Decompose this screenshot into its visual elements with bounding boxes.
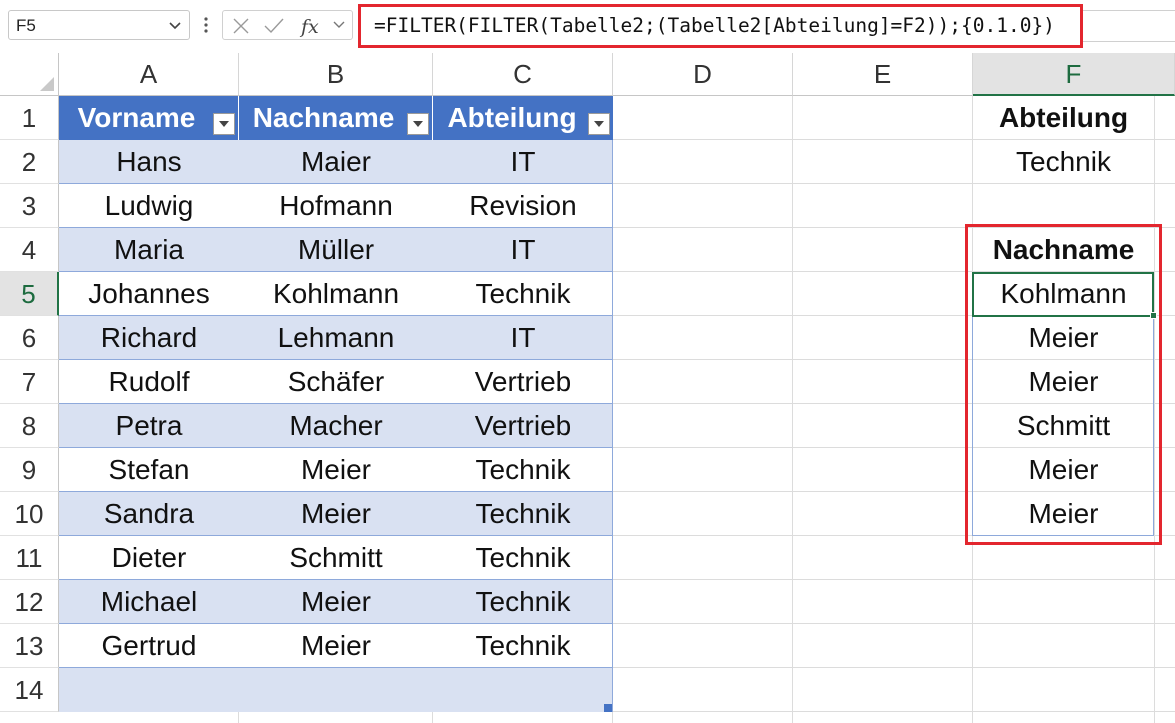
table-cell[interactable]: Petra: [59, 404, 239, 448]
table-cell[interactable]: IT: [433, 228, 613, 272]
table-cell[interactable]: IT: [433, 140, 613, 184]
table-cell[interactable]: Ludwig: [59, 184, 239, 228]
table-cell[interactable]: Vertrieb: [433, 360, 613, 404]
criteria-label[interactable]: Abteilung: [973, 96, 1154, 140]
name-box[interactable]: F5: [8, 10, 190, 40]
table-cell[interactable]: Müller: [239, 228, 433, 272]
formula-text: =FILTER(FILTER(Tabelle2;(Tabelle2[Abteil…: [374, 14, 1055, 37]
select-all-corner[interactable]: [0, 53, 59, 96]
table-cell[interactable]: Hofmann: [239, 184, 433, 228]
table-cell[interactable]: Sandra: [59, 492, 239, 536]
table-cell[interactable]: Schäfer: [239, 360, 433, 404]
row-header[interactable]: 9: [0, 448, 59, 492]
row-header[interactable]: 10: [0, 492, 59, 536]
more-options-icon[interactable]: [200, 13, 212, 37]
formula-bar: F5 fx =FILTER(FILTER(Tabelle2;(Tabelle2[…: [0, 0, 1175, 53]
table-cell[interactable]: Johannes: [59, 272, 239, 316]
formula-buttons: fx: [222, 10, 353, 40]
table-cell[interactable]: Meier: [239, 624, 433, 668]
chevron-down-icon[interactable]: [331, 16, 347, 32]
row-header[interactable]: 8: [0, 404, 59, 448]
table-cell[interactable]: Rudolf: [59, 360, 239, 404]
table-header-vorname: Vorname: [59, 96, 239, 140]
table-cell[interactable]: Schmitt: [239, 536, 433, 580]
row-header[interactable]: 12: [0, 580, 59, 624]
table-cell[interactable]: Technik: [433, 580, 613, 624]
enter-check-icon[interactable]: [263, 16, 285, 36]
table-cell[interactable]: Technik: [433, 624, 613, 668]
table-cell[interactable]: Hans: [59, 140, 239, 184]
table-cell[interactable]: IT: [433, 316, 613, 360]
row-header[interactable]: 1: [0, 96, 59, 140]
formula-input[interactable]: =FILTER(FILTER(Tabelle2;(Tabelle2[Abteil…: [358, 4, 1083, 48]
table-cell[interactable]: Lehmann: [239, 316, 433, 360]
column-header-b[interactable]: B: [239, 53, 433, 96]
row-header[interactable]: 3: [0, 184, 59, 228]
filter-dropdown-button[interactable]: [588, 113, 610, 135]
table-cell[interactable]: Maria: [59, 228, 239, 272]
chevron-down-icon[interactable]: [167, 17, 183, 33]
insert-function-icon[interactable]: fx: [299, 16, 325, 38]
formula-bar-extension[interactable]: [1083, 10, 1175, 42]
row-header[interactable]: 4: [0, 228, 59, 272]
cancel-icon[interactable]: [231, 16, 251, 36]
filter-dropdown-button[interactable]: [407, 113, 429, 135]
row-header[interactable]: 13: [0, 624, 59, 668]
criteria-value[interactable]: Technik: [973, 140, 1154, 184]
table-cell[interactable]: Kohlmann: [239, 272, 433, 316]
table-cell[interactable]: Maier: [239, 140, 433, 184]
table-header-nachname: Nachname: [239, 96, 433, 140]
row-header[interactable]: 6: [0, 316, 59, 360]
table-cell[interactable]: Vertrieb: [433, 404, 613, 448]
filter-dropdown-button[interactable]: [213, 113, 235, 135]
table-resize-handle[interactable]: [604, 704, 612, 712]
row-header[interactable]: 14: [0, 668, 59, 712]
table-cell[interactable]: Richard: [59, 316, 239, 360]
header-label: Vorname: [77, 102, 196, 133]
header-label: Nachname: [252, 102, 395, 133]
table-cell[interactable]: Stefan: [59, 448, 239, 492]
table-cell[interactable]: Meier: [239, 448, 433, 492]
table-cell[interactable]: Technik: [433, 448, 613, 492]
table-cell[interactable]: Gertrud: [59, 624, 239, 668]
column-header-c[interactable]: C: [433, 53, 613, 96]
highlight-box: [965, 224, 1162, 545]
table-cell[interactable]: Revision: [433, 184, 613, 228]
table-cell[interactable]: Dieter: [59, 536, 239, 580]
row-header[interactable]: 11: [0, 536, 59, 580]
name-box-value: F5: [16, 16, 36, 35]
table-cell[interactable]: Meier: [239, 580, 433, 624]
header-label: Abteilung: [447, 102, 577, 133]
svg-text:fx: fx: [299, 16, 319, 38]
table-cell[interactable]: Michael: [59, 580, 239, 624]
column-header-f[interactable]: F: [973, 53, 1175, 96]
column-header-a[interactable]: A: [59, 53, 239, 96]
row-header[interactable]: 5: [0, 272, 59, 316]
row-header[interactable]: 7: [0, 360, 59, 404]
table-cell[interactable]: Technik: [433, 272, 613, 316]
column-header-e[interactable]: E: [793, 53, 973, 96]
table-header-abteilung: Abteilung: [433, 96, 613, 140]
row-header[interactable]: 2: [0, 140, 59, 184]
table-cell[interactable]: Technik: [433, 492, 613, 536]
table-cell[interactable]: Macher: [239, 404, 433, 448]
gridline: [792, 96, 793, 723]
table-cell[interactable]: Meier: [239, 492, 433, 536]
table-row-band: [59, 668, 612, 712]
table-cell[interactable]: Technik: [433, 536, 613, 580]
column-header-d[interactable]: D: [613, 53, 793, 96]
